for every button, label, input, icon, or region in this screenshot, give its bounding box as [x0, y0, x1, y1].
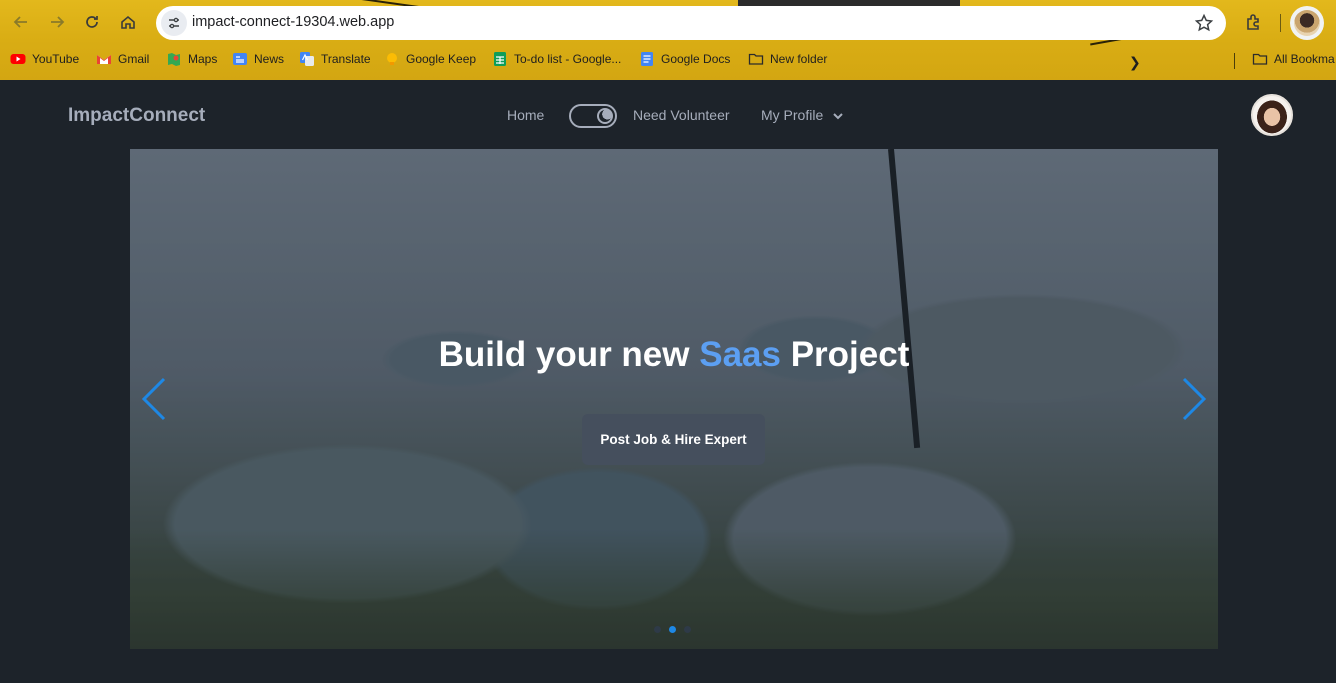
bookmarks-bar: YouTube Gmail Maps News Translate Google… — [0, 47, 1336, 73]
carousel-dot[interactable] — [654, 626, 661, 633]
extensions-icon[interactable] — [1243, 11, 1265, 33]
tune-icon — [169, 17, 179, 29]
all-bookmarks-button[interactable]: All Bookma — [1252, 51, 1335, 67]
nav-home[interactable]: Home — [507, 107, 544, 123]
brand-logo[interactable]: ImpactConnect — [68, 105, 205, 127]
user-avatar[interactable] — [1251, 94, 1293, 136]
profile-avatar — [1294, 10, 1320, 36]
news-icon — [233, 53, 247, 65]
youtube-icon — [10, 54, 26, 64]
reload-button[interactable] — [81, 11, 103, 33]
bookmark-youtube[interactable]: YouTube — [10, 51, 79, 67]
carousel-dot-active[interactable] — [669, 626, 676, 633]
keep-icon — [387, 53, 397, 65]
address-bar[interactable]: impact-connect-19304.web.app — [156, 6, 1226, 40]
folder-icon — [1252, 53, 1268, 65]
bookmark-star-icon[interactable] — [1194, 13, 1214, 33]
chevron-left-icon — [141, 377, 166, 421]
bookmarks-overflow-chevron-icon[interactable]: ❯ — [1129, 54, 1141, 71]
app-navbar: ImpactConnect Home Need Volunteer My Pro… — [0, 80, 1336, 150]
reload-icon — [86, 16, 98, 28]
back-arrow-icon — [13, 16, 27, 28]
forward-arrow-icon — [51, 16, 65, 28]
home-button[interactable] — [117, 11, 139, 33]
nav-need-volunteer[interactable]: Need Volunteer — [633, 107, 730, 123]
forward-button[interactable] — [46, 11, 68, 33]
translate-icon — [300, 52, 314, 66]
hero-overlay — [130, 149, 1218, 649]
bookmark-google-docs[interactable]: Google Docs — [639, 51, 730, 67]
url-text: impact-connect-19304.web.app — [192, 14, 395, 30]
bookmark-google-keep[interactable]: Google Keep — [384, 51, 476, 67]
docs-icon — [641, 52, 653, 66]
nav-my-profile[interactable]: My Profile — [761, 107, 823, 123]
carousel-dot[interactable] — [684, 626, 691, 633]
carousel-next-button[interactable] — [1180, 377, 1208, 421]
chevron-right-icon — [1182, 377, 1207, 421]
bookmark-todo-list[interactable]: To-do list - Google... — [492, 51, 621, 67]
gmail-icon — [97, 55, 111, 64]
carousel-prev-button[interactable] — [140, 377, 168, 421]
toolbar-divider — [1280, 14, 1281, 32]
bookmarks-divider — [1234, 53, 1235, 69]
site-info-button[interactable] — [161, 10, 187, 36]
moon-icon — [599, 110, 611, 122]
bookmark-news[interactable]: News — [232, 51, 284, 67]
bookmark-translate[interactable]: Translate — [299, 51, 371, 67]
post-job-button[interactable]: Post Job & Hire Expert — [582, 414, 765, 465]
hero-carousel: Build your new Saas Project Post Job & H… — [130, 149, 1218, 649]
chevron-down-icon[interactable] — [832, 110, 844, 122]
hero-title-accent: Saas — [699, 335, 781, 374]
bookmark-gmail[interactable]: Gmail — [96, 51, 149, 67]
home-icon — [121, 15, 135, 29]
theme-toggle[interactable] — [569, 104, 617, 128]
bookmark-maps[interactable]: Maps — [166, 51, 217, 67]
carousel-indicators — [654, 626, 691, 633]
browser-chrome: impact-connect-19304.web.app YouTube Gma… — [0, 0, 1336, 80]
browser-profile-button[interactable] — [1290, 6, 1324, 40]
bookmark-new-folder[interactable]: New folder — [748, 51, 827, 67]
hero-title: Build your new Saas Project — [438, 335, 910, 374]
browser-toolbar: impact-connect-19304.web.app — [0, 0, 1336, 44]
back-button[interactable] — [10, 11, 32, 33]
folder-icon — [748, 53, 764, 65]
maps-icon — [168, 53, 180, 66]
sheets-icon — [494, 52, 506, 66]
